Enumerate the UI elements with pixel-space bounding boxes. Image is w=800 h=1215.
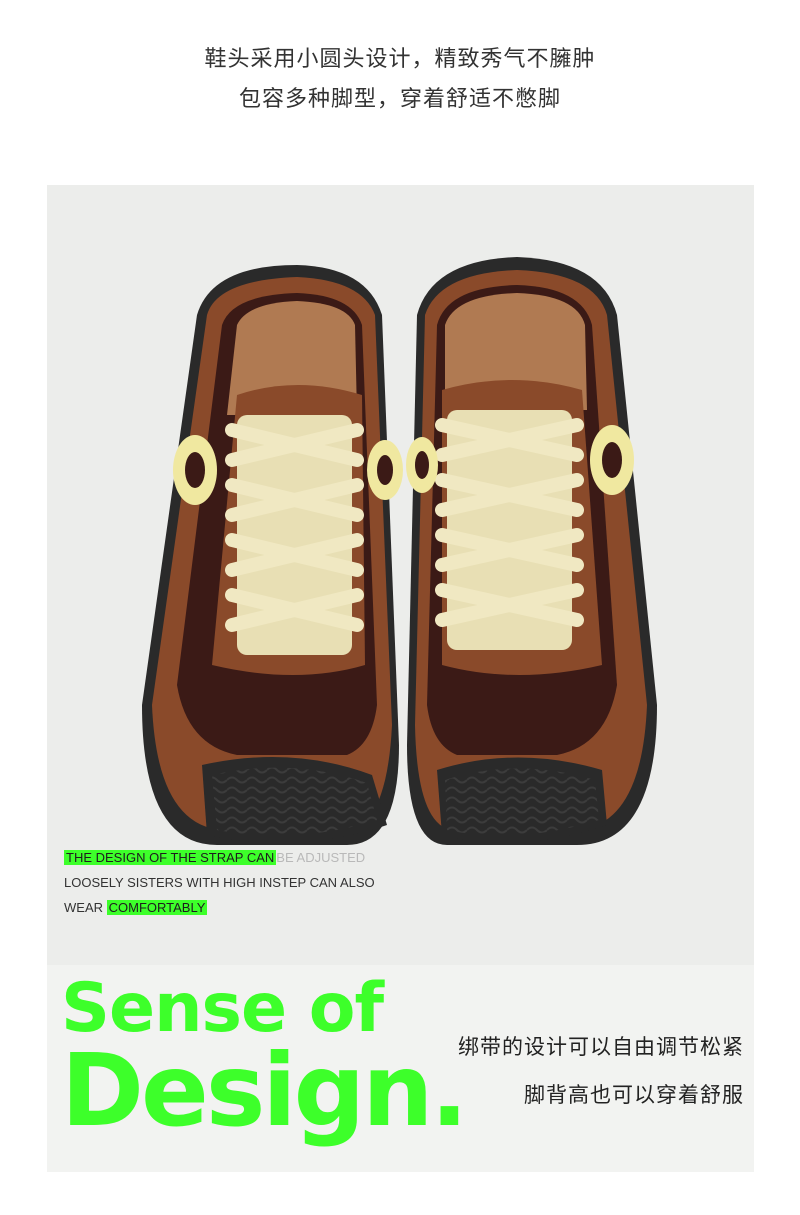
strap-description-line-1: THE DESIGN OF THE STRAP CAN BE ADJUSTED (64, 845, 375, 870)
product-photo-panel: THE DESIGN OF THE STRAP CAN BE ADJUSTED L… (47, 185, 754, 1172)
left-shoe (142, 265, 403, 845)
strap-description-line-3: WEAR COMFORTABLY (64, 895, 375, 920)
top-caption-line-1: 鞋头采用小圆头设计，精致秀气不臃肿 (204, 47, 596, 72)
side-caption-line-1: 绑带的设计可以自由调节松紧 (458, 1035, 744, 1059)
right-shoe (406, 257, 657, 845)
side-caption: 绑带的设计可以自由调节松紧 脚背高也可以穿着舒服 (458, 1023, 744, 1119)
top-caption-line-2: 包容多种脚型，穿着舒适不憋脚 (238, 87, 561, 112)
wear-word: WEAR (64, 900, 103, 915)
highlight-strap: THE DESIGN OF THE STRAP CAN (64, 850, 277, 865)
headline: Sense of Design. (61, 975, 468, 1149)
side-caption-line-2: 脚背高也可以穿着舒服 (524, 1083, 744, 1107)
strap-description: THE DESIGN OF THE STRAP CAN BE ADJUSTED L… (64, 845, 375, 920)
headline-line-2: Design. (61, 1032, 468, 1149)
highlight-comfortably: COMFORTABLY (106, 900, 208, 915)
strap-description-line-2: LOOSELY SISTERS WITH HIGH INSTEP CAN ALS… (64, 875, 375, 890)
top-caption: 鞋头采用小圆头设计，精致秀气不臃肿 包容多种脚型，穿着舒适不憋脚 (0, 40, 800, 120)
faint-adjusted: BE ADJUSTED (276, 850, 366, 865)
